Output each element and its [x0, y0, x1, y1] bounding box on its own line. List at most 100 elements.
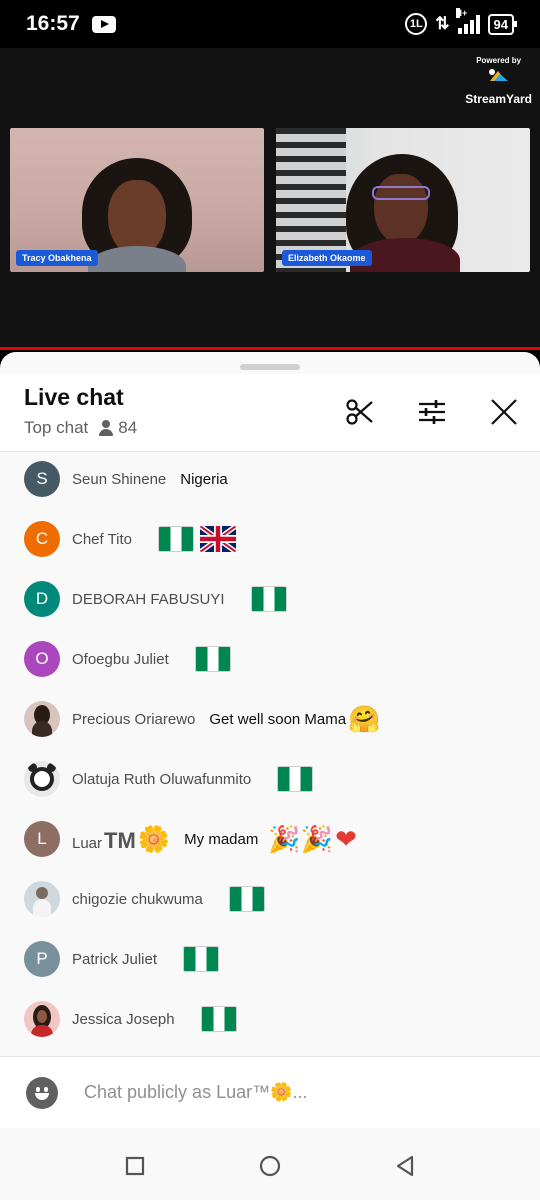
data-transfer-icon: ⇅ [435, 14, 450, 33]
video-player[interactable]: Powered by StreamYard Tracy Obakhena Eli… [0, 48, 540, 350]
message-content [183, 646, 231, 672]
status-time: 16:57 [26, 12, 80, 35]
avatar [24, 701, 60, 737]
participant-tile-2: Elizabeth Okaome [276, 128, 530, 272]
message-content [189, 1006, 237, 1032]
avatar: P [24, 941, 60, 977]
nigeria-flag-emoji [200, 1006, 237, 1032]
message-content [171, 946, 220, 972]
chat-message[interactable]: S Seun Shinene Nigeria [24, 459, 524, 499]
avatar: S [24, 461, 60, 497]
chat-message[interactable]: Olatuja Ruth Oluwafunmito [24, 759, 524, 799]
close-icon [491, 399, 517, 425]
participant-name-tag: Elizabeth Okaome [282, 250, 372, 266]
status-indicators: 1L ⇅ H+ 94 [405, 8, 518, 35]
message-content [146, 526, 237, 552]
avatar [24, 761, 60, 797]
chat-input[interactable] [84, 1082, 484, 1103]
powered-by-label: Powered by [476, 56, 522, 65]
home-button[interactable] [256, 1152, 284, 1180]
chat-message[interactable]: D DEBORAH FABUSUYI [24, 579, 524, 619]
message-author: Ofoegbu Juliet [72, 650, 169, 668]
message-content: My madam 🎉🎉 ❤ [184, 824, 357, 855]
author-name: Luar [72, 834, 103, 852]
author-tm: TM [104, 827, 136, 853]
uk-flag-emoji [200, 526, 237, 552]
viewers-icon [98, 420, 114, 436]
nigeria-flag-emoji [277, 766, 314, 792]
triangle-back-icon [396, 1155, 414, 1177]
chat-mode-selector[interactable]: Top chat 84 [24, 418, 137, 438]
chat-message-list[interactable]: S Seun Shinene Nigeria C Chef Tito D DEB… [0, 453, 540, 1053]
avatar [24, 1001, 60, 1037]
chat-input-bar [0, 1056, 540, 1128]
message-author: Seun Shinene [72, 470, 167, 488]
blossom-emoji: 🌼 [137, 823, 171, 854]
close-chat-button[interactable] [486, 394, 522, 430]
message-text: Nigeria [180, 470, 228, 488]
status-bar: 16:57 1L ⇅ H+ 94 [0, 0, 540, 48]
signal-icon: H+ [455, 8, 480, 34]
video-progress-bar[interactable] [0, 347, 540, 350]
hugging-face-emoji: 🤗 [348, 703, 381, 734]
data-saver-icon: 1L [405, 13, 428, 35]
emoji-picker-icon[interactable] [26, 1076, 58, 1109]
nigeria-flag-emoji [228, 886, 265, 912]
message-author: LuarTM🌼 [72, 824, 170, 855]
message-author: Precious Oriarewo [72, 710, 196, 728]
message-author: Chef Tito [72, 530, 133, 548]
sliders-icon [419, 400, 445, 424]
message-author: Jessica Joseph [72, 1010, 175, 1028]
chat-message[interactable]: C Chef Tito [24, 519, 524, 559]
message-author: Patrick Juliet [72, 950, 158, 968]
avatar: D [24, 581, 60, 617]
square-icon [125, 1156, 145, 1176]
chat-mode-label: Top chat [24, 418, 89, 437]
circle-icon [259, 1155, 281, 1177]
battery-level: 94 [493, 16, 508, 32]
avatar: C [24, 521, 60, 557]
viewer-count-value: 84 [118, 418, 138, 437]
chat-message[interactable]: Jessica Joseph [24, 999, 524, 1039]
chat-message[interactable]: chigozie chukwuma [24, 879, 524, 919]
youtube-notification-icon [91, 15, 116, 33]
chat-header: Live chat Top chat 84 [0, 374, 540, 452]
avatar [24, 881, 60, 917]
message-text: My madam [184, 830, 259, 848]
message-author: chigozie chukwuma [72, 890, 203, 908]
chat-message[interactable]: P Patrick Juliet [24, 939, 524, 979]
system-nav-bar [0, 1128, 540, 1200]
drag-handle[interactable] [240, 364, 300, 370]
message-content: Get well soon Mama 🤗 [209, 704, 380, 735]
chat-message[interactable]: L LuarTM🌼 My madam 🎉🎉 ❤ [24, 819, 524, 859]
chat-message[interactable]: Precious Oriarewo Get well soon Mama 🤗 [24, 699, 524, 739]
avatar: O [24, 641, 60, 677]
message-content [239, 586, 287, 612]
recents-button[interactable] [121, 1152, 149, 1180]
nigeria-flag-emoji [158, 526, 195, 552]
streamyard-brand: StreamYard [465, 92, 532, 106]
nigeria-flag-emoji [250, 586, 287, 612]
message-content [265, 766, 314, 792]
battery-icon: 94 [487, 13, 518, 35]
streamyard-logo-icon [488, 69, 508, 81]
chat-message[interactable]: O Ofoegbu Juliet [24, 639, 524, 679]
avatar: L [24, 821, 60, 857]
participant-name-tag: Tracy Obakhena [16, 250, 98, 266]
live-chat-panel: Live chat Top chat 84 S Seun Shinene Nig… [0, 352, 540, 1200]
participant-tile-1: Tracy Obakhena [10, 128, 264, 272]
party-popper-emoji: 🎉🎉 [268, 823, 334, 854]
message-content [217, 886, 265, 912]
message-author: Olatuja Ruth Oluwafunmito [72, 770, 252, 788]
clip-button[interactable] [342, 394, 378, 430]
viewer-count: 84 [98, 418, 137, 438]
red-heart-emoji: ❤ [335, 823, 357, 854]
streamyard-watermark: Powered by StreamYard [465, 56, 532, 106]
network-type: H+ [455, 8, 468, 18]
message-text: Get well soon Mama [209, 710, 347, 728]
back-button[interactable] [391, 1152, 419, 1180]
scissors-icon [346, 399, 373, 425]
chat-settings-button[interactable] [414, 394, 450, 430]
message-author: DEBORAH FABUSUYI [72, 590, 225, 608]
nigeria-flag-emoji [183, 946, 220, 972]
